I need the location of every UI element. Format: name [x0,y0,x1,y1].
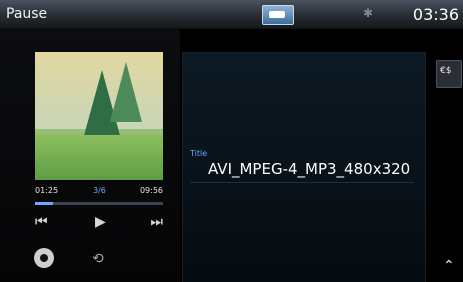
track-title: AVI_MPEG-4_MP3_480x320 [208,160,411,178]
currency-icon: €$ [440,66,452,76]
skip-next-icon[interactable]: ⏭ [150,214,163,230]
bluetooth-icon: ✱ [363,6,374,20]
media-player-screen: Pause ✱ 03:36 01:25 3/6 09:56 ⏮ ▶ ⏭ ⟲ Ti… [0,0,463,282]
album-art [35,52,163,180]
gear-icon [34,248,54,268]
currency-button[interactable]: €$ [436,60,462,88]
playback-controls: ⏮ ▶ ⏭ [35,214,163,234]
settings-button[interactable] [34,248,54,268]
album-art-ground [35,135,163,180]
title-divider [190,182,414,183]
media-source-icon[interactable] [262,5,294,25]
progress-bar[interactable] [35,202,163,205]
play-icon[interactable]: ▶ [95,214,106,230]
title-label: Title [190,149,208,158]
playback-state: Pause [6,6,48,22]
track-position: 3/6 [93,186,106,195]
double-chevron-up-icon[interactable]: ⌃ [443,258,455,274]
progress-fill [35,202,54,205]
left-panel: 01:25 3/6 09:56 ⏮ ▶ ⏭ ⟲ [0,28,180,282]
track-info-panel: Title AVI_MPEG-4_MP3_480x320 [182,52,426,282]
status-bar: Pause ✱ 03:36 [0,0,463,29]
album-art-tree-secondary [110,62,142,122]
time-row: 01:25 3/6 09:56 [35,186,163,198]
time-elapsed: 01:25 [35,186,59,195]
clock: 03:36 [412,5,459,24]
time-total: 09:56 [139,186,163,195]
skip-previous-icon[interactable]: ⏮ [35,214,48,230]
repeat-icon[interactable]: ⟲ [92,251,104,267]
